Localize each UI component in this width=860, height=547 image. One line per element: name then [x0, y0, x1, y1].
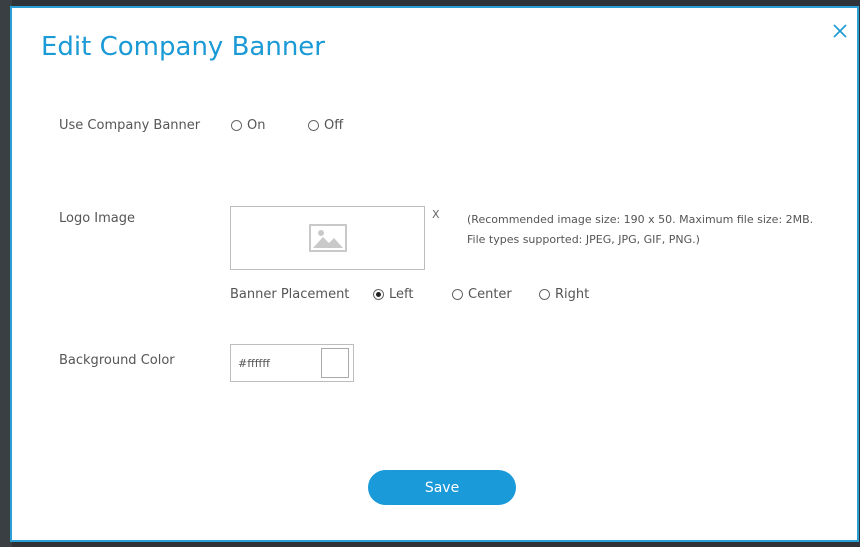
use-banner-on-radio[interactable]: On	[231, 118, 265, 133]
logo-remove-button[interactable]: X	[432, 208, 440, 221]
close-icon[interactable]	[831, 22, 849, 40]
background-color-value: #ffffff	[238, 356, 270, 370]
color-swatch-button[interactable]	[321, 348, 349, 378]
use-banner-off-radio[interactable]: Off	[308, 118, 343, 133]
radio-label: Right	[555, 287, 590, 302]
save-button[interactable]: Save	[368, 470, 516, 505]
placement-left-radio[interactable]: Left	[373, 287, 413, 302]
image-icon	[308, 224, 347, 252]
edit-company-banner-dialog: Edit Company Banner Use Company Banner O…	[10, 6, 859, 542]
radio-label: Left	[389, 287, 414, 302]
radio-label: Off	[324, 118, 344, 133]
background-color-input[interactable]: #ffffff	[230, 344, 354, 382]
radio-label: Center	[468, 287, 512, 302]
banner-placement-label: Banner Placement	[230, 287, 350, 302]
placement-right-radio[interactable]: Right	[539, 287, 589, 302]
radio-selected-icon	[373, 289, 384, 300]
dialog-title: Edit Company Banner	[41, 32, 325, 62]
logo-image-label: Logo Image	[59, 211, 136, 226]
logo-hint-text: (Recommended image size: 190 x 50. Maxim…	[467, 213, 814, 246]
background-color-label: Background Color	[59, 353, 175, 368]
radio-label: On	[247, 118, 266, 133]
radio-circle-icon	[308, 120, 319, 131]
placement-center-radio[interactable]: Center	[452, 287, 512, 302]
radio-circle-icon	[539, 289, 550, 300]
radio-circle-icon	[231, 120, 242, 131]
use-banner-label: Use Company Banner	[59, 118, 201, 133]
logo-upload-box[interactable]	[230, 206, 425, 270]
radio-circle-icon	[452, 289, 463, 300]
